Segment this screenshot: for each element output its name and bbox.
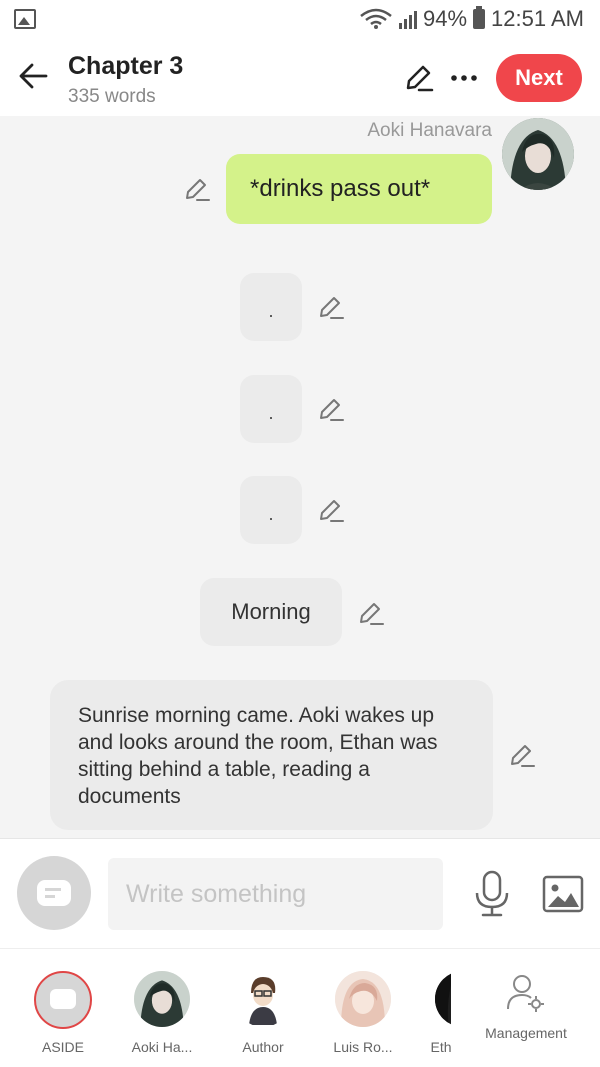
avatar [134,971,190,1027]
battery-icon [473,6,486,29]
next-button[interactable]: Next [496,54,582,102]
user-gear-icon [507,975,544,1012]
character-label: Author [242,1039,284,1055]
aside-avatar [34,971,92,1029]
narration-message[interactable]: . [240,476,302,544]
character-aside[interactable]: ASIDE [13,949,113,1067]
more-icon [451,75,477,81]
character-ethan[interactable]: Eth [391,949,451,1067]
aside-toggle-button[interactable] [17,856,91,930]
character-portrait [335,971,391,1027]
signal-icon [399,9,417,29]
character-portrait [502,118,574,190]
word-count: 335 words [68,86,156,107]
character-label: Aoki Ha... [131,1039,193,1055]
message-input[interactable] [108,858,443,930]
edit-message-button[interactable] [182,174,212,204]
character-label: Eth [430,1039,451,1055]
microphone-icon [475,870,509,917]
gallery-icon [14,9,36,29]
character-label: ASIDE [41,1039,84,1055]
character-bar: ASIDE Aoki Ha... Author Luis Ro... Eth M… [0,948,600,1067]
pencil-icon [186,179,210,201]
narration-message[interactable]: . [240,273,302,341]
clock: 12:51 AM [491,6,584,31]
character-portrait [435,971,451,1027]
composer [0,838,600,948]
pencil-icon [320,399,344,421]
chapter-title: Chapter 3 [68,52,184,80]
pencil-icon [320,297,344,319]
avatar[interactable] [502,118,574,190]
sender-name: Aoki Hanavara [367,120,492,141]
edit-message-button[interactable] [356,598,386,628]
battery-percent: 94% [423,6,468,31]
microphone-button[interactable] [470,869,514,919]
image-icon [542,875,584,913]
edit-message-button[interactable] [316,292,346,322]
header: Chapter 3 335 words Next [0,40,600,116]
aside-icon [37,880,71,906]
pencil-icon [320,500,344,522]
edit-message-button[interactable] [507,740,537,770]
character-author[interactable]: Author [213,949,313,1067]
pencil-icon [406,65,434,92]
narration-message[interactable]: Sunrise morning came. Aoki wakes up and … [50,680,493,830]
pencil-icon [360,603,384,625]
edit-chapter-button[interactable] [400,60,436,96]
character-portrait [235,971,291,1027]
pencil-icon [511,745,535,767]
edit-message-button[interactable] [316,495,346,525]
character-portrait [134,971,190,1027]
status-icons: 94% 12:51 AM [359,6,584,32]
narration-message[interactable]: Morning [200,578,342,646]
management-button[interactable]: Management [476,949,576,1067]
status-bar: 94% 12:51 AM [0,0,600,40]
narration-message[interactable]: . [240,375,302,443]
avatar [235,971,291,1027]
image-button[interactable] [540,871,586,917]
aside-icon [50,989,76,1009]
avatar [435,971,451,1027]
management-label: Management [485,1025,567,1041]
edit-message-button[interactable] [316,394,346,424]
wifi-icon [360,8,392,29]
avatar [335,971,391,1027]
character-message[interactable]: *drinks pass out* [226,154,492,224]
chat-area[interactable]: Aoki Hanavara *drinks pass out* . . . Mo… [0,116,600,838]
character-aoki[interactable]: Aoki Ha... [112,949,212,1067]
back-arrow-icon [19,63,48,89]
more-options-button[interactable] [446,60,482,96]
back-button[interactable] [16,58,52,94]
